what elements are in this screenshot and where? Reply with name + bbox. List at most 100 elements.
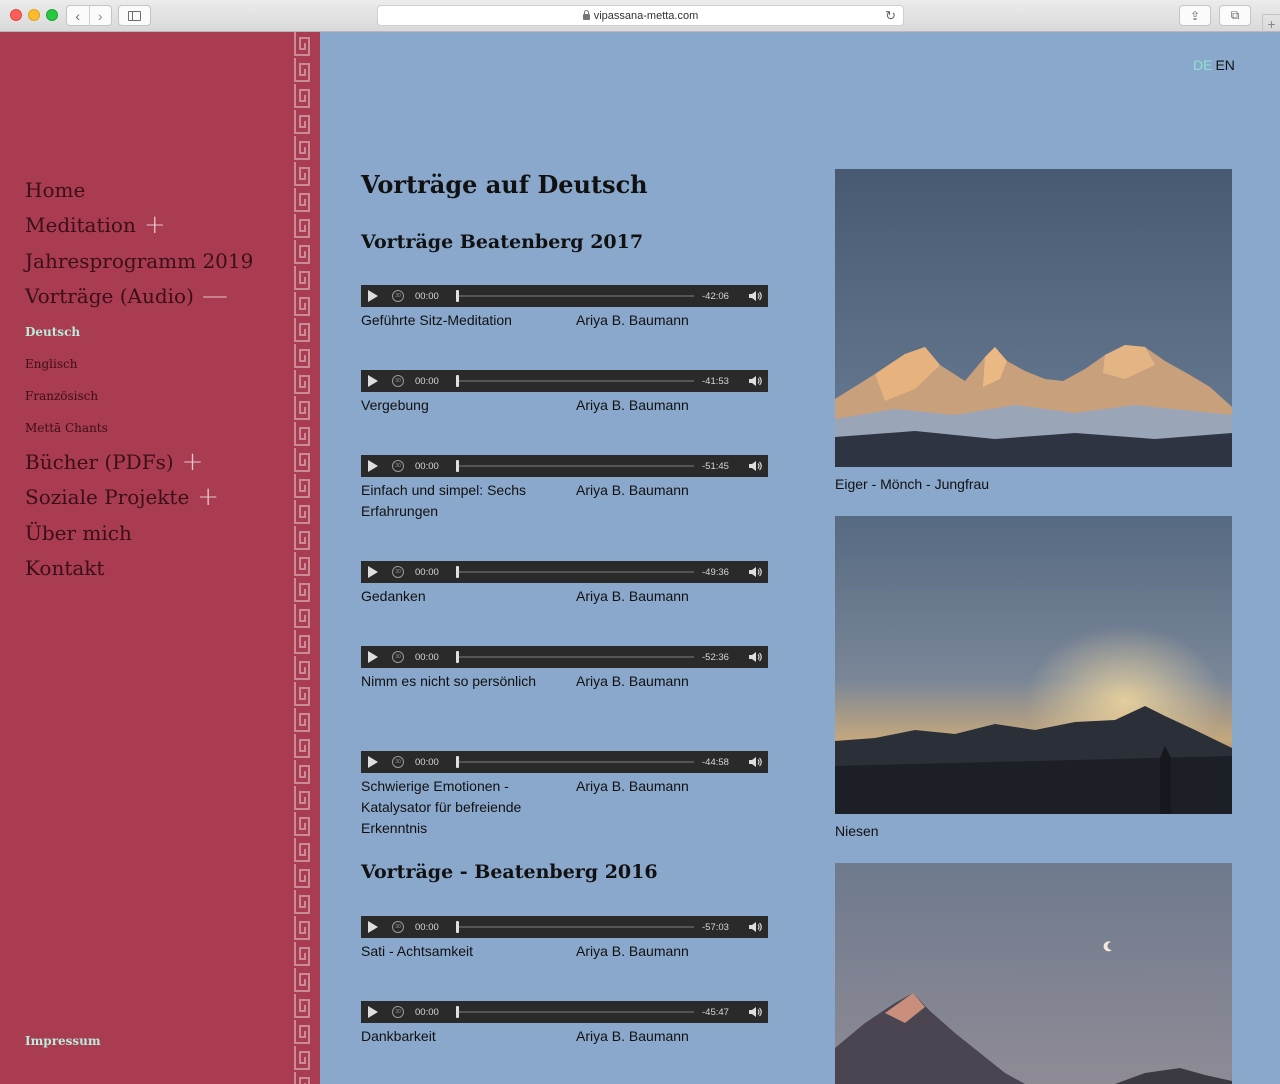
- nav-soziale-projekte[interactable]: Soziale Projekte +: [25, 480, 253, 516]
- seek-bar[interactable]: [457, 926, 694, 928]
- forward-icon[interactable]: ›: [90, 6, 112, 25]
- expand-icon[interactable]: +: [144, 212, 166, 238]
- nav-kontakt[interactable]: Kontakt: [25, 551, 253, 587]
- seek-handle[interactable]: [456, 651, 459, 663]
- collapse-icon[interactable]: —: [202, 283, 228, 309]
- volume-icon[interactable]: [749, 376, 762, 386]
- seek-handle[interactable]: [456, 756, 459, 768]
- audio-player[interactable]: 30 00:00 -49:36: [361, 561, 768, 583]
- rewind-30-icon[interactable]: 30: [392, 566, 404, 578]
- seek-handle[interactable]: [456, 566, 459, 578]
- play-icon[interactable]: [368, 566, 378, 578]
- seek-bar[interactable]: [457, 1011, 694, 1013]
- seek-handle[interactable]: [456, 921, 459, 933]
- track-title: Vergebung: [361, 397, 429, 413]
- impressum-link[interactable]: Impressum: [25, 1034, 101, 1048]
- seek-bar[interactable]: [457, 465, 694, 467]
- seek-bar[interactable]: [457, 380, 694, 382]
- sidebar-toggle-button[interactable]: [118, 5, 151, 26]
- volume-icon[interactable]: [749, 291, 762, 301]
- play-icon[interactable]: [368, 290, 378, 302]
- volume-icon[interactable]: [749, 922, 762, 932]
- track-author: Ariya B. Baumann: [576, 397, 689, 413]
- main-nav: Home Meditation + Jahresprogramm 2019 Vo…: [25, 172, 253, 586]
- new-tab-button[interactable]: +: [1262, 14, 1280, 32]
- lang-de-link[interactable]: DE: [1193, 57, 1212, 73]
- seek-bar[interactable]: [457, 656, 694, 658]
- nav-sub-deutsch[interactable]: Deutsch: [25, 316, 253, 348]
- seek-bar[interactable]: [457, 295, 694, 297]
- share-button[interactable]: ⇪: [1179, 5, 1211, 26]
- rewind-30-icon[interactable]: 30: [392, 290, 404, 302]
- rewind-30-icon[interactable]: 30: [392, 1006, 404, 1018]
- audio-player[interactable]: 30 00:00 -45:47: [361, 1001, 768, 1023]
- photo-mountain-moon[interactable]: [835, 863, 1232, 1084]
- url-text: vipassana-metta.com: [593, 9, 699, 22]
- seek-bar[interactable]: [457, 571, 694, 573]
- rewind-30-icon[interactable]: 30: [392, 651, 404, 663]
- audio-player[interactable]: 30 00:00 -57:03: [361, 916, 768, 938]
- lang-en-link[interactable]: EN: [1215, 57, 1234, 73]
- play-icon[interactable]: [368, 756, 378, 768]
- play-icon[interactable]: [368, 460, 378, 472]
- greek-key-border: [292, 32, 312, 1084]
- seek-handle[interactable]: [456, 290, 459, 302]
- track-title: Gedanken: [361, 588, 426, 604]
- expand-icon[interactable]: +: [197, 484, 219, 510]
- show-tabs-button[interactable]: ⧉: [1219, 5, 1251, 26]
- current-time: 00:00: [415, 1006, 439, 1018]
- expand-icon[interactable]: +: [182, 449, 204, 475]
- minimize-window-button[interactable]: [28, 9, 40, 21]
- remaining-time: -42:06: [702, 290, 729, 302]
- track-title: Sati - Achtsamkeit: [361, 943, 474, 959]
- photo-niesen[interactable]: [835, 516, 1232, 814]
- rewind-30-icon[interactable]: 30: [392, 460, 404, 472]
- volume-icon[interactable]: [749, 652, 762, 662]
- share-icon: ⇪: [1189, 8, 1201, 23]
- volume-icon[interactable]: [749, 567, 762, 577]
- play-icon[interactable]: [368, 651, 378, 663]
- zoom-window-button[interactable]: [46, 9, 58, 21]
- play-icon[interactable]: [368, 375, 378, 387]
- audio-player[interactable]: 30 00:00 -42:06: [361, 285, 768, 307]
- reload-icon[interactable]: ↻: [885, 8, 896, 24]
- browser-toolbar: ‹ › vipassana-metta.com ↻ ⇪ ⧉ +: [0, 0, 1280, 32]
- seek-handle[interactable]: [456, 1006, 459, 1018]
- nav-vortraege[interactable]: Vorträge (Audio) —: [25, 279, 253, 315]
- seek-handle[interactable]: [456, 375, 459, 387]
- volume-icon[interactable]: [749, 461, 762, 471]
- play-icon[interactable]: [368, 1006, 378, 1018]
- close-window-button[interactable]: [10, 9, 22, 21]
- address-bar[interactable]: vipassana-metta.com ↻: [377, 5, 904, 26]
- nav-meditation-label: Meditation: [25, 213, 136, 238]
- seek-bar[interactable]: [457, 761, 694, 763]
- seek-handle[interactable]: [456, 460, 459, 472]
- rewind-30-icon[interactable]: 30: [392, 756, 404, 768]
- audio-player[interactable]: 30 00:00 -51:45: [361, 455, 768, 477]
- track-author: Ariya B. Baumann: [576, 482, 689, 498]
- audio-track: 30 00:00 -57:03 Sati - Achtsamkeit Ariya B. …: [361, 916, 768, 959]
- nav-sub-metta-chants[interactable]: Mettā Chants: [25, 412, 253, 444]
- nav-meditation[interactable]: Meditation +: [25, 208, 253, 244]
- remaining-time: -41:53: [702, 375, 729, 387]
- play-icon[interactable]: [368, 921, 378, 933]
- nav-buecher-label: Bücher (PDFs): [25, 449, 174, 474]
- nav-home[interactable]: Home: [25, 172, 253, 208]
- track-author: Ariya B. Baumann: [576, 312, 689, 328]
- nav-sub-franzoesisch[interactable]: Französisch: [25, 380, 253, 412]
- audio-player[interactable]: 30 00:00 -52:36: [361, 646, 768, 668]
- nav-buecher[interactable]: Bücher (PDFs) +: [25, 444, 253, 480]
- audio-player[interactable]: 30 00:00 -41:53: [361, 370, 768, 392]
- audio-player[interactable]: 30 00:00 -44:58: [361, 751, 768, 773]
- nav-jahresprogramm[interactable]: Jahresprogramm 2019: [25, 243, 253, 279]
- nav-sub-englisch[interactable]: Englisch: [25, 348, 253, 380]
- rewind-30-icon[interactable]: 30: [392, 375, 404, 387]
- nav-vortraege-label: Vorträge (Audio): [25, 284, 194, 309]
- nav-ueber-mich[interactable]: Über mich: [25, 515, 253, 551]
- volume-icon[interactable]: [749, 1007, 762, 1017]
- back-icon[interactable]: ‹: [67, 6, 90, 25]
- photo-eiger-moench-jungfrau[interactable]: [835, 169, 1232, 467]
- volume-icon[interactable]: [749, 757, 762, 767]
- rewind-30-icon[interactable]: 30: [392, 921, 404, 933]
- audio-track: 30 00:00 -44:58 Schwierige Emotionen - Kata…: [361, 751, 768, 836]
